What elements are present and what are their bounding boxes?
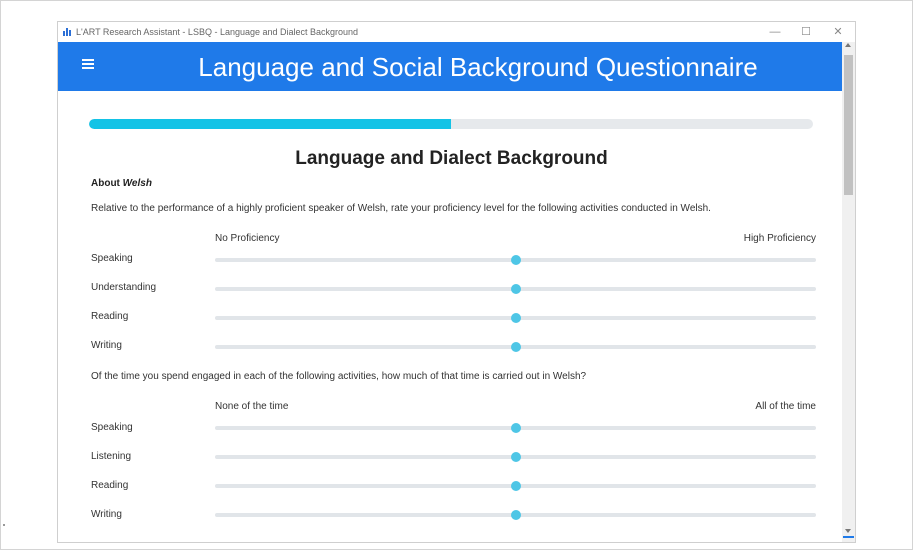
usage-label-listening: Listening — [91, 451, 132, 462]
proficiency-label-understanding: Understanding — [91, 282, 157, 293]
window-title: L'ART Research Assistant - LSBQ - Langua… — [76, 27, 359, 37]
app-logo-icon — [63, 28, 73, 36]
usage-slider-listening[interactable] — [215, 452, 816, 462]
page-title: Language and Social Background Questionn… — [198, 52, 758, 82]
usage-question: Of the time you spend engaged in each of… — [91, 371, 587, 382]
scroll-end-indicator — [843, 536, 854, 538]
slider-thumb[interactable] — [510, 255, 521, 265]
usage-label-writing: Writing — [91, 509, 122, 520]
about-language-heading: About Welsh — [91, 178, 152, 189]
slider-thumb[interactable] — [510, 423, 521, 433]
about-language: Welsh — [122, 178, 152, 189]
proficiency-question: Relative to the performance of a highly … — [91, 203, 711, 214]
slider-thumb[interactable] — [510, 452, 521, 462]
usage-slider-reading[interactable] — [215, 481, 816, 491]
progress-bar-fill — [89, 119, 451, 129]
proficiency-slider-understanding[interactable] — [215, 284, 816, 294]
slider-thumb[interactable] — [510, 481, 521, 491]
proficiency-min-label: No Proficiency — [215, 233, 280, 244]
proficiency-label-speaking: Speaking — [91, 253, 133, 264]
window-titlebar: L'ART Research Assistant - LSBQ - Langua… — [58, 22, 855, 42]
stray-dot — [3, 524, 5, 526]
proficiency-slider-reading[interactable] — [215, 313, 816, 323]
slider-thumb[interactable] — [510, 510, 521, 520]
scroll-up-arrow-icon[interactable] — [845, 43, 851, 47]
usage-slider-speaking[interactable] — [215, 423, 816, 433]
slider-thumb[interactable] — [510, 313, 521, 323]
app-window: L'ART Research Assistant - LSBQ - Langua… — [58, 22, 855, 542]
scroll-down-arrow-icon[interactable] — [845, 529, 851, 533]
vertical-scrollbar[interactable] — [842, 42, 855, 542]
app-header: Language and Social Background Questionn… — [58, 42, 842, 91]
proficiency-max-label: High Proficiency — [743, 233, 816, 244]
section-title: Language and Dialect Background — [295, 148, 608, 169]
minimize-button[interactable]: — — [768, 25, 782, 39]
usage-max-label: All of the time — [755, 401, 816, 412]
slider-thumb[interactable] — [510, 284, 521, 294]
proficiency-slider-speaking[interactable] — [215, 255, 816, 265]
proficiency-label-reading: Reading — [91, 311, 129, 322]
usage-slider-writing[interactable] — [215, 510, 816, 520]
slider-thumb[interactable] — [510, 342, 521, 352]
close-button[interactable]: ✕ — [831, 25, 845, 39]
about-prefix: About — [91, 178, 120, 189]
proficiency-slider-writing[interactable] — [215, 342, 816, 352]
usage-label-speaking: Speaking — [91, 422, 133, 433]
scrollbar-thumb[interactable] — [844, 55, 853, 195]
proficiency-label-writing: Writing — [91, 340, 122, 351]
usage-min-label: None of the time — [215, 401, 289, 412]
usage-label-reading: Reading — [91, 480, 129, 491]
maximize-button[interactable]: ☐ — [799, 25, 813, 39]
progress-bar — [89, 119, 813, 129]
